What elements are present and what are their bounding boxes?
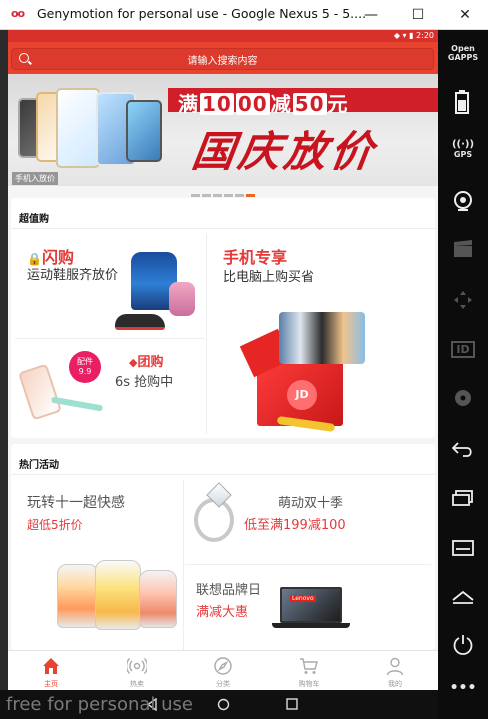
phone-exclusive-subtitle: 比电脑上购买省 xyxy=(223,270,315,285)
carousel-dot[interactable] xyxy=(191,194,200,197)
carousel-dot-active[interactable] xyxy=(246,194,255,197)
gps-signal-icon: ((·)) xyxy=(451,139,475,150)
laptop-image xyxy=(280,587,342,623)
flash-sale-tile[interactable]: 🔒闪购 运动鞋服齐放价 xyxy=(11,230,206,338)
phone-screen: ◆ ▾ ▮ 2:20 请输入搜索内容 满 10 00 减 50 元 国庆放价 手机入放价 xyxy=(8,30,438,690)
opengapps-button[interactable]: Open GAPPS xyxy=(438,44,488,62)
kettle-image-2 xyxy=(95,560,141,630)
tab-label: 我的 xyxy=(388,680,402,688)
carousel-dot[interactable] xyxy=(202,194,211,197)
iphone-image xyxy=(18,363,62,421)
user-icon xyxy=(386,657,404,676)
emulator-window: oo Genymotion for personal use - Google … xyxy=(0,0,488,719)
minimize-button[interactable]: — xyxy=(348,0,394,30)
lenovo-day-subtitle: 满减大惠 xyxy=(196,605,249,620)
cart-icon xyxy=(300,658,318,674)
promo-slogan: 国庆放价 xyxy=(189,127,381,176)
hot-activities-card: 热门活动 玩转十一超快感 超低5折价 萌动双十季 低至满199减100 联想品牌… xyxy=(11,444,435,650)
double-eleven-tile[interactable]: 玩转十一超快感 超低5折价 xyxy=(11,476,183,650)
tab-profile[interactable]: 我的 xyxy=(352,651,438,690)
carousel-indicator xyxy=(8,182,438,197)
promo-headline: 满 10 00 减 50 元 xyxy=(178,92,349,116)
clapperboard-icon[interactable] xyxy=(453,240,473,258)
broadcast-icon xyxy=(127,658,147,674)
backpack-image xyxy=(169,282,195,316)
cute-double-ten-tile[interactable]: 萌动双十季 低至满199减100 xyxy=(184,476,435,564)
webcam-icon[interactable] xyxy=(452,190,474,212)
power-icon[interactable] xyxy=(452,634,474,656)
laptop-base xyxy=(272,623,350,628)
disk-icon[interactable] xyxy=(453,388,473,408)
search-input[interactable]: 请输入搜索内容 xyxy=(11,48,434,70)
close-button[interactable]: ✕ xyxy=(442,0,488,30)
home-icon xyxy=(43,658,59,674)
shoe-image xyxy=(115,314,165,330)
nav-recents-icon[interactable] xyxy=(286,698,298,710)
battery-icon[interactable] xyxy=(455,90,469,114)
laptop-brand: Lenovo xyxy=(290,595,316,602)
double-eleven-subtitle: 超低5折价 xyxy=(27,518,83,532)
gps-button[interactable]: ((·)) GPS xyxy=(438,139,488,160)
tab-label: 热卖 xyxy=(130,680,144,688)
carousel-dot[interactable] xyxy=(224,194,233,197)
section-title-value-buy: 超值购 xyxy=(19,214,49,225)
tab-category[interactable]: 分类 xyxy=(180,651,266,690)
divider xyxy=(11,474,435,475)
carousel-dot[interactable] xyxy=(235,194,244,197)
phone-exclusive-title: 手机专享 xyxy=(223,248,288,267)
back-arrow-icon[interactable] xyxy=(452,440,474,458)
diamond-ring-image xyxy=(194,498,234,542)
window-title: Genymotion for personal use - Google Nex… xyxy=(37,6,367,21)
dpad-icon[interactable] xyxy=(453,290,473,310)
promo-banner[interactable]: 满 10 00 减 50 元 国庆放价 手机入放价 xyxy=(8,74,438,186)
phone-image-5 xyxy=(126,100,162,162)
kettle-image-1 xyxy=(57,564,99,628)
tab-label: 主页 xyxy=(44,680,58,688)
group-buy-subtitle: 6s 抢购中 xyxy=(115,375,174,390)
value-buy-card: 超值购 🔒闪购 运动鞋服齐放价 手机专享 比电脑上购买省 JD 配件 9.9 ◆… xyxy=(11,198,435,438)
cute-double-ten-subtitle: 低至满199减100 xyxy=(244,518,346,533)
tab-label: 购物车 xyxy=(298,680,320,688)
tab-cart[interactable]: 购物车 xyxy=(266,651,352,690)
tab-label: 分类 xyxy=(216,680,230,688)
device-id-button[interactable]: ID xyxy=(438,338,488,358)
kettle-image-3 xyxy=(139,570,177,628)
signal-icon: ◆ ▾ ▮ xyxy=(393,31,417,40)
tab-home[interactable]: 主页 xyxy=(8,651,94,690)
flash-sale-subtitle: 运动鞋服齐放价 xyxy=(27,268,119,283)
compass-icon xyxy=(214,657,232,675)
tab-hot-sale[interactable]: 热卖 xyxy=(94,651,180,690)
home-outline-icon[interactable] xyxy=(452,590,474,604)
phone-image-3 xyxy=(56,88,100,168)
bottom-tab-bar: 主页 热卖 分类 购物车 我的 xyxy=(8,650,438,690)
app-header: 请输入搜索内容 xyxy=(8,42,438,74)
group-buy-tile[interactable]: 配件 9.9 ◆团购 6s 抢购中 xyxy=(11,339,206,437)
android-status-bar: ◆ ▾ ▮ 2:20 xyxy=(8,30,438,42)
lenovo-day-title: 联想品牌日 xyxy=(196,583,262,598)
nav-home-icon[interactable] xyxy=(217,698,230,711)
divider xyxy=(11,228,435,229)
recent-apps-icon[interactable] xyxy=(452,490,474,506)
genymotion-logo-icon: oo xyxy=(11,7,25,20)
cute-double-ten-title: 萌动双十季 xyxy=(278,496,344,511)
status-time: ◆ ▾ ▮ 2:20 xyxy=(393,31,434,40)
accessory-badge: 配件 9.9 xyxy=(69,351,101,383)
watermark: free for personal use xyxy=(6,694,193,715)
double-eleven-title: 玩转十一超快感 xyxy=(27,495,125,511)
menu-icon[interactable] xyxy=(452,540,474,556)
search-placeholder: 请输入搜索内容 xyxy=(187,56,258,67)
genymotion-sidebar: Open GAPPS ((·)) GPS ID ••• xyxy=(438,30,488,719)
more-options-button[interactable]: ••• xyxy=(438,680,488,696)
phones-stack-image xyxy=(279,312,365,364)
maximize-button[interactable]: ☐ xyxy=(395,0,441,30)
carousel-dot[interactable] xyxy=(213,194,222,197)
section-title-hot: 热门活动 xyxy=(19,460,59,471)
group-buy-title: ◆团购 xyxy=(129,355,164,370)
jd-logo-icon: JD xyxy=(287,380,317,410)
phone-exclusive-tile[interactable]: 手机专享 比电脑上购买省 JD xyxy=(207,230,435,435)
lenovo-day-tile[interactable]: 联想品牌日 满减大惠 Lenovo xyxy=(184,565,435,650)
window-titlebar: oo Genymotion for personal use - Google … xyxy=(0,0,488,30)
